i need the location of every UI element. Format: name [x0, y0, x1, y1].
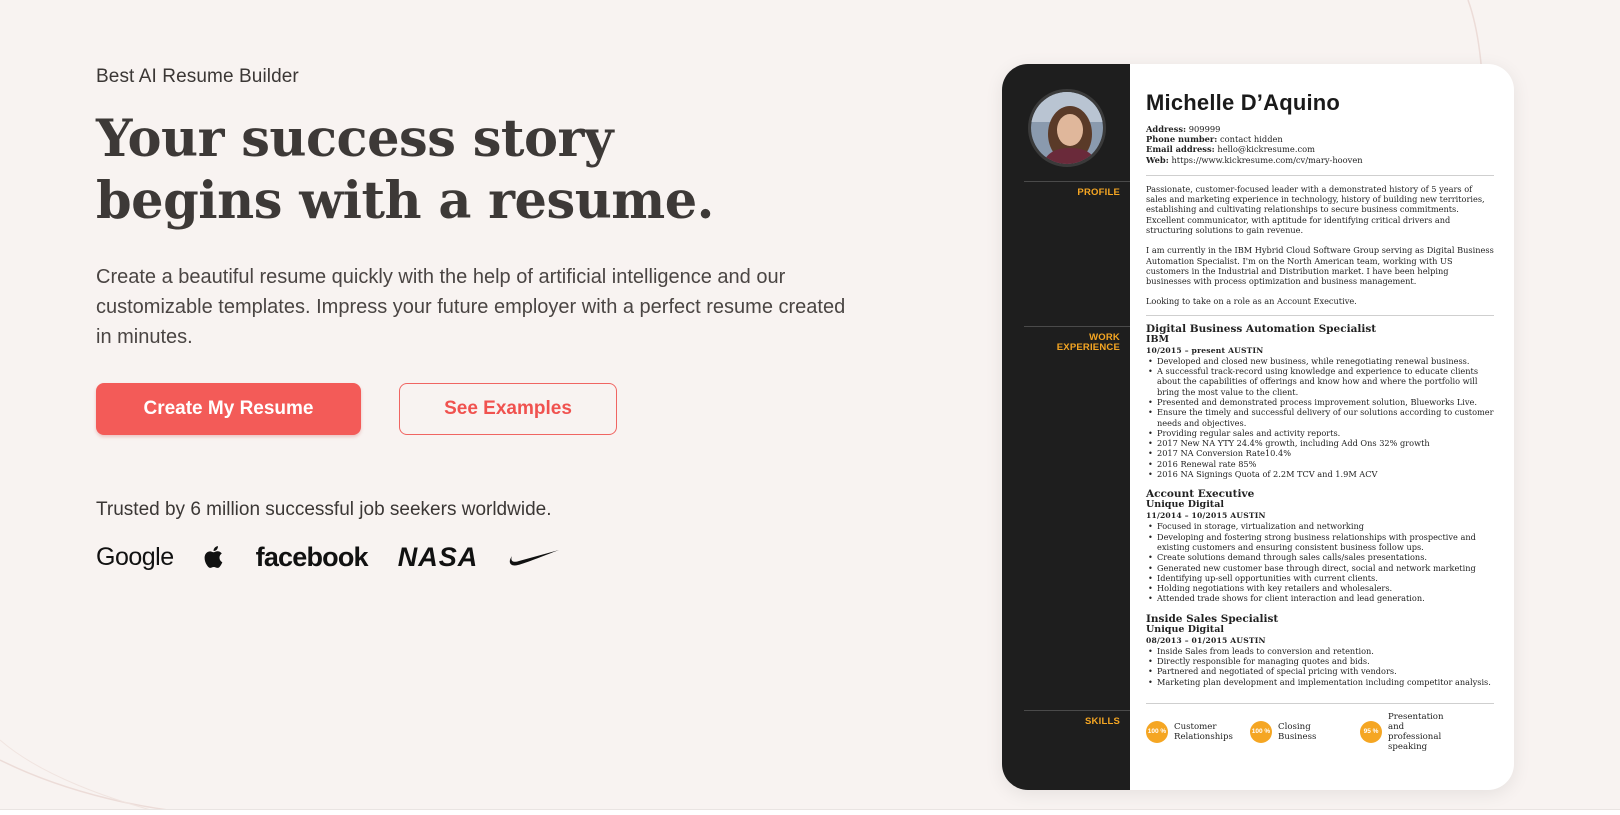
list-item: 2016 NA Signings Quota of 2.2M TCV and 1… [1146, 469, 1494, 480]
rail-divider [1024, 181, 1130, 182]
facebook-logo: facebook [255, 541, 369, 572]
phone-label: Phone number: [1146, 134, 1218, 145]
skill-name: Customer Relationships [1174, 721, 1233, 742]
resume-sidebar: PROFILE WORK EXPERIENCE SKILLS [1002, 64, 1130, 790]
apple-logo-icon [204, 544, 226, 570]
list-item: 2017 New NA YTY 24.4% growth, including … [1146, 438, 1494, 449]
list-item: Developed and closed new business, while… [1146, 356, 1494, 367]
job-dates-location: 11/2014 – 10/2015 AUSTIN [1146, 511, 1266, 521]
list-item: Focused in storage, virtualization and n… [1146, 521, 1494, 532]
client-logos: Google facebook NASA [96, 537, 876, 577]
job-entry: Digital Business Automation Specialist I… [1146, 322, 1494, 480]
list-item: Presented and demonstrated process impro… [1146, 397, 1494, 408]
list-item: Ensure the timely and successful deliver… [1146, 407, 1494, 428]
address-label: Address: [1146, 124, 1187, 134]
list-item: Create solutions demand through sales ca… [1146, 552, 1494, 563]
headline-line-2: begins with a resume. [96, 171, 714, 231]
list-item: Partnered and negotiated of special pric… [1146, 666, 1494, 677]
cta-row: Create My Resume See Examples [96, 383, 876, 435]
headline-line-1: Your success story [96, 109, 614, 169]
job-bullets: Developed and closed new business, while… [1146, 356, 1494, 480]
address-value: 909999 [1188, 124, 1221, 134]
job-bullets: Focused in storage, virtualization and n… [1146, 521, 1494, 604]
nasa-logo: NASA [397, 541, 479, 572]
skill-item: 95 % Presentation and professional speak… [1360, 712, 1458, 752]
section-label-profile: PROFILE [1077, 187, 1120, 198]
skill-name: Presentation and professional speaking [1388, 711, 1444, 752]
skill-level-badge: 100 % [1146, 720, 1168, 743]
resume-preview-card: PROFILE WORK EXPERIENCE SKILLS Michelle … [1002, 64, 1514, 790]
rail-divider [1024, 710, 1130, 711]
skill-name: Closing Business [1278, 721, 1317, 742]
resume-name: Michelle D’Aquino [1146, 90, 1341, 115]
list-item: Identifying up-sell opportunities with c… [1146, 573, 1494, 584]
job-dates-location: 08/2013 – 01/2015 AUSTIN [1146, 635, 1266, 645]
skill-item: 100 % Customer Relationships [1146, 720, 1238, 743]
list-item: 2017 NA Conversion Rate10.4% [1146, 448, 1494, 459]
resume-contact: Address: 909999 Phone number: contact hi… [1146, 124, 1494, 165]
job-bullets: Inside Sales from leads to conversion an… [1146, 646, 1494, 687]
nike-swoosh-icon [508, 547, 560, 567]
work-experience-section: Digital Business Automation Specialist I… [1146, 322, 1494, 687]
section-label-work-line-2: EXPERIENCE [1056, 342, 1120, 353]
profile-section: Passionate, customer-focused leader with… [1146, 184, 1494, 307]
job-entry: Account Executive Unique Digital 11/2014… [1146, 489, 1494, 604]
profile-paragraph: I am currently in the IBM Hybrid Cloud S… [1146, 245, 1494, 287]
phone-value: contact hidden [1220, 134, 1283, 145]
job-title: Digital Business Automation Specialist [1146, 322, 1377, 335]
list-item: Inside Sales from leads to conversion an… [1146, 646, 1494, 657]
profile-photo [1028, 89, 1106, 167]
email-label: Email address: [1146, 144, 1215, 155]
profile-paragraph: Passionate, customer-focused leader with… [1146, 183, 1485, 235]
page-headline: Your success story begins with a resume. [96, 108, 876, 232]
section-divider [1146, 702, 1494, 704]
list-item: Holding negotiations with key retailers … [1146, 583, 1494, 594]
web-value: https://www.kickresume.com/cv/mary-hoove… [1171, 154, 1363, 165]
hero-section: Best AI Resume Builder Your success stor… [96, 66, 876, 577]
list-item: Providing regular sales and activity rep… [1146, 428, 1494, 439]
list-item: Attended trade shows for client interact… [1146, 593, 1494, 604]
skill-level-badge: 100 % [1250, 720, 1272, 743]
eyebrow-text: Best AI Resume Builder [96, 66, 299, 87]
page-bottom-edge [0, 809, 1620, 815]
skills-section: 100 % Customer Relationships 100 % Closi… [1146, 712, 1494, 752]
skill-item: 100 % Closing Business [1250, 720, 1348, 743]
google-logo: Google [96, 542, 174, 571]
list-item: A successful track-record using knowledg… [1146, 366, 1494, 397]
list-item: Directly responsible for managing quotes… [1146, 656, 1494, 667]
job-entry: Inside Sales Specialist Unique Digital 0… [1146, 613, 1494, 687]
skill-level-badge: 95 % [1360, 720, 1382, 743]
list-item: Generated new customer base through dire… [1146, 563, 1494, 574]
section-divider [1146, 174, 1494, 176]
email-value: hello@kickresume.com [1217, 144, 1315, 155]
job-company: IBM [1146, 333, 1169, 345]
job-company: Unique Digital [1146, 499, 1224, 511]
create-resume-button[interactable]: Create My Resume [96, 383, 361, 435]
list-item: Developing and fostering strong business… [1146, 532, 1494, 553]
web-label: Web: [1146, 154, 1169, 165]
profile-paragraph: Looking to take on a role as an Account … [1146, 296, 1357, 307]
rail-divider [1024, 326, 1130, 327]
hero-description: Create a beautiful resume quickly with t… [96, 266, 846, 348]
section-label-skills: SKILLS [1085, 716, 1120, 727]
resume-document: Michelle D’Aquino Address: 909999 Phone … [1130, 64, 1514, 790]
section-label-work: WORK EXPERIENCE [1057, 333, 1120, 353]
see-examples-button[interactable]: See Examples [399, 383, 617, 435]
list-item: 2016 Renewal rate 85% [1146, 459, 1494, 470]
list-item: Marketing plan development and implement… [1146, 677, 1494, 688]
section-divider [1146, 314, 1494, 316]
trust-statement: Trusted by 6 million successful job seek… [96, 499, 552, 520]
job-company: Unique Digital [1146, 623, 1224, 635]
job-dates-location: 10/2015 – present AUSTIN [1146, 345, 1264, 355]
